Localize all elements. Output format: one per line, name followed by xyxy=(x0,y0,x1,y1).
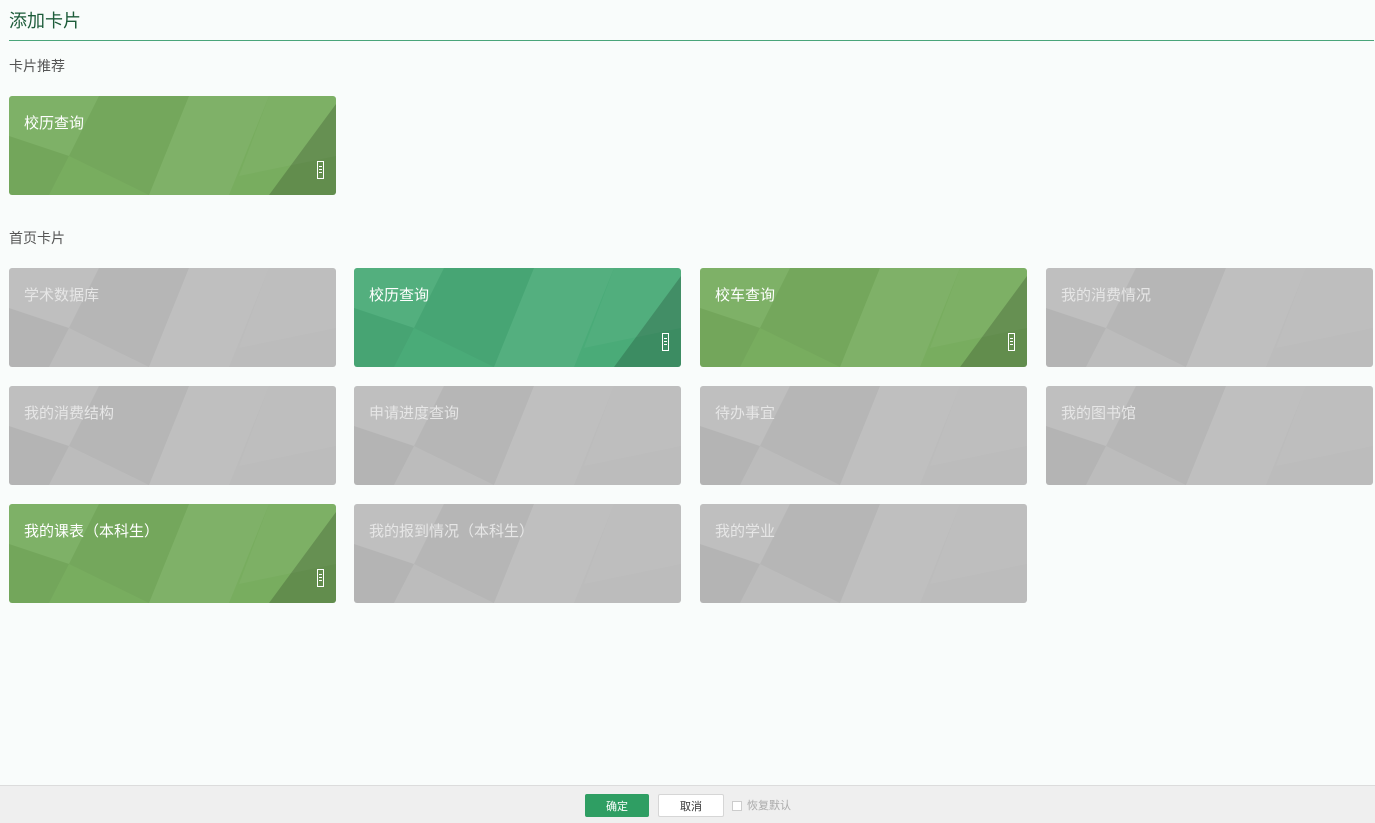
card-tile[interactable]: 我的消费结构 xyxy=(9,386,336,485)
card-tile[interactable]: 申请进度查询 xyxy=(354,386,681,485)
card-label: 我的图书馆 xyxy=(1061,404,1137,422)
card-background xyxy=(9,504,336,603)
card-background xyxy=(9,96,336,195)
card-tile[interactable]: 我的课表（本科生） xyxy=(9,504,336,603)
phone-icon xyxy=(662,333,669,351)
card-background xyxy=(9,386,336,485)
card-label: 学术数据库 xyxy=(24,286,100,304)
card-tile[interactable]: 我的学业 xyxy=(700,504,1027,603)
card-tile[interactable]: 我的消费情况 xyxy=(1046,268,1373,367)
card-tile[interactable]: 校历查询 xyxy=(9,96,336,195)
card-label: 我的消费情况 xyxy=(1061,286,1152,304)
card-tile[interactable]: 我的报到情况（本科生） xyxy=(354,504,681,603)
card-tile[interactable]: 我的图书馆 xyxy=(1046,386,1373,485)
footer-bar: 确定 取消 恢复默认 xyxy=(0,785,1375,823)
card-tile[interactable]: 待办事宜 xyxy=(700,386,1027,485)
phone-icon xyxy=(317,569,324,587)
restore-default-option[interactable]: 恢复默认 xyxy=(732,799,791,812)
card-background xyxy=(9,268,336,367)
title-divider xyxy=(9,40,1374,41)
card-background xyxy=(700,386,1027,485)
section-title-recommended: 卡片推荐 xyxy=(9,59,65,75)
section-title-home: 首页卡片 xyxy=(9,231,65,247)
card-background xyxy=(354,268,681,367)
card-label: 我的消费结构 xyxy=(24,404,115,422)
cancel-button[interactable]: 取消 xyxy=(658,794,724,817)
card-background xyxy=(700,268,1027,367)
add-card-page: 添加卡片 卡片推荐 校历查询 首页卡片 学术数据库 校历查询 校车查询 我的消费情况我… xyxy=(0,0,1375,823)
page-title: 添加卡片 xyxy=(9,11,81,32)
card-tile[interactable]: 校历查询 xyxy=(354,268,681,367)
card-background xyxy=(354,386,681,485)
phone-icon xyxy=(1008,333,1015,351)
card-background xyxy=(354,504,681,603)
card-background xyxy=(700,504,1027,603)
card-background xyxy=(1046,386,1373,485)
card-label: 我的报到情况（本科生） xyxy=(369,522,535,540)
restore-default-checkbox[interactable] xyxy=(732,800,742,811)
card-label: 我的学业 xyxy=(715,522,776,540)
card-tile[interactable]: 学术数据库 xyxy=(9,268,336,367)
card-label: 待办事宜 xyxy=(715,404,776,422)
confirm-button[interactable]: 确定 xyxy=(585,794,649,817)
card-label: 我的课表（本科生） xyxy=(24,522,160,540)
card-background xyxy=(1046,268,1373,367)
card-label: 校车查询 xyxy=(715,286,776,304)
phone-icon xyxy=(317,161,324,179)
card-label: 校历查询 xyxy=(369,286,430,304)
restore-default-label: 恢复默认 xyxy=(747,799,791,812)
card-label: 申请进度查询 xyxy=(369,404,460,422)
card-tile[interactable]: 校车查询 xyxy=(700,268,1027,367)
card-label: 校历查询 xyxy=(24,114,85,132)
